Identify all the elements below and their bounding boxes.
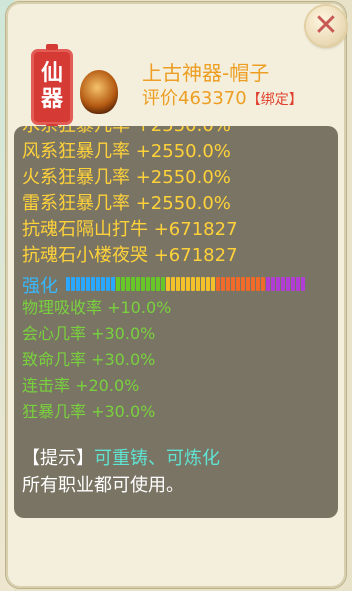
enhance-pip: [131, 277, 135, 291]
stat-line: 抗魂石隔山打牛 +671827: [22, 219, 238, 240]
enhance-pip: [181, 277, 185, 291]
stat-line: 风系狂暴几率 +2550.0%: [22, 141, 231, 162]
enhance-pip: [101, 277, 105, 291]
close-icon: ✕: [313, 8, 339, 43]
close-button[interactable]: ✕: [306, 6, 346, 46]
enhance-pip: [86, 277, 90, 291]
seal-char-1: 仙: [40, 61, 63, 86]
bonus-stat-line: 致命几率 +30.0%: [22, 350, 156, 369]
item-score: 评价463370【绑定】: [142, 84, 303, 110]
enhance-pip: [211, 277, 215, 291]
enhance-pip: [301, 277, 305, 291]
enhance-pip: [176, 277, 180, 291]
hint-prefix: 【提示】: [22, 448, 94, 469]
seal-char-2: 器: [40, 87, 63, 112]
enhance-pip: [246, 277, 250, 291]
enhance-pip: [76, 277, 80, 291]
enhance-pip: [286, 277, 290, 291]
enhance-pip: [276, 277, 280, 291]
enhance-pip: [266, 277, 270, 291]
enhance-pip: [226, 277, 230, 291]
bonus-stat-line: 连击率 +20.0%: [22, 376, 140, 395]
enhance-pip: [96, 277, 100, 291]
enhance-pip: [136, 277, 140, 291]
immortal-artifact-seal: 仙 器: [34, 44, 70, 130]
enhance-pip: [206, 277, 210, 291]
bonus-stat-line: 物理吸收率 +10.0%: [22, 298, 172, 317]
enhance-pip: [141, 277, 145, 291]
enhance-pip: [191, 277, 195, 291]
enhance-pip: [71, 277, 75, 291]
enhance-pip: [241, 277, 245, 291]
stat-line: 雷系狂暴几率 +2550.0%: [22, 193, 231, 214]
item-name: 上古神器-帽子: [142, 61, 270, 85]
enhance-pip: [146, 277, 150, 291]
hint-value: 可重铸、可炼化: [94, 448, 220, 469]
enhance-pip: [201, 277, 205, 291]
enhance-pip: [216, 277, 220, 291]
bind-tag: 【绑定】: [246, 92, 303, 108]
enhance-pip: [221, 277, 225, 291]
hint-line: 【提示】可重铸、可炼化: [22, 444, 220, 470]
enhance-pip: [271, 277, 275, 291]
enhance-pip: [81, 277, 85, 291]
enhance-pip: [171, 277, 175, 291]
enhance-pip: [251, 277, 255, 291]
enhance-pip: [186, 277, 190, 291]
enhance-pip: [126, 277, 130, 291]
helmet-icon: [80, 70, 118, 114]
enhance-pip: [256, 277, 260, 291]
stats-box[interactable]: 水系狂暴几率 +2550.0% 风系狂暴几率 +2550.0% 火系狂暴几率 +…: [14, 126, 338, 518]
enhance-pip: [261, 277, 265, 291]
stat-line: 抗魂石小楼夜哭 +671827: [22, 245, 238, 266]
stat-line: 火系狂暴几率 +2550.0%: [22, 167, 231, 188]
bonus-stat-line: 狂暴几率 +30.0%: [22, 402, 156, 421]
score-label: 评价463370: [142, 88, 247, 109]
enhance-label: 强化: [22, 276, 58, 297]
enhance-pip: [291, 277, 295, 291]
enhance-pip: [66, 277, 70, 291]
enhance-pip: [231, 277, 235, 291]
enhance-pip: [106, 277, 110, 291]
stat-line-partial: 水系狂暴几率 +2550.0%: [22, 126, 231, 138]
bonus-stat-line: 会心几率 +30.0%: [22, 324, 156, 343]
enhance-pip: [116, 277, 120, 291]
enhance-pip: [156, 277, 160, 291]
enhance-pip: [296, 277, 300, 291]
enhance-pip: [151, 277, 155, 291]
enhance-pip: [121, 277, 125, 291]
enhance-pip: [91, 277, 95, 291]
enhance-pip: [196, 277, 200, 291]
enhance-pip: [111, 277, 115, 291]
enhance-pip: [166, 277, 170, 291]
enhance-pip: [281, 277, 285, 291]
usage-note: 所有职业都可使用。: [22, 475, 184, 496]
enhance-pip: [236, 277, 240, 291]
enhance-pip: [161, 277, 165, 291]
